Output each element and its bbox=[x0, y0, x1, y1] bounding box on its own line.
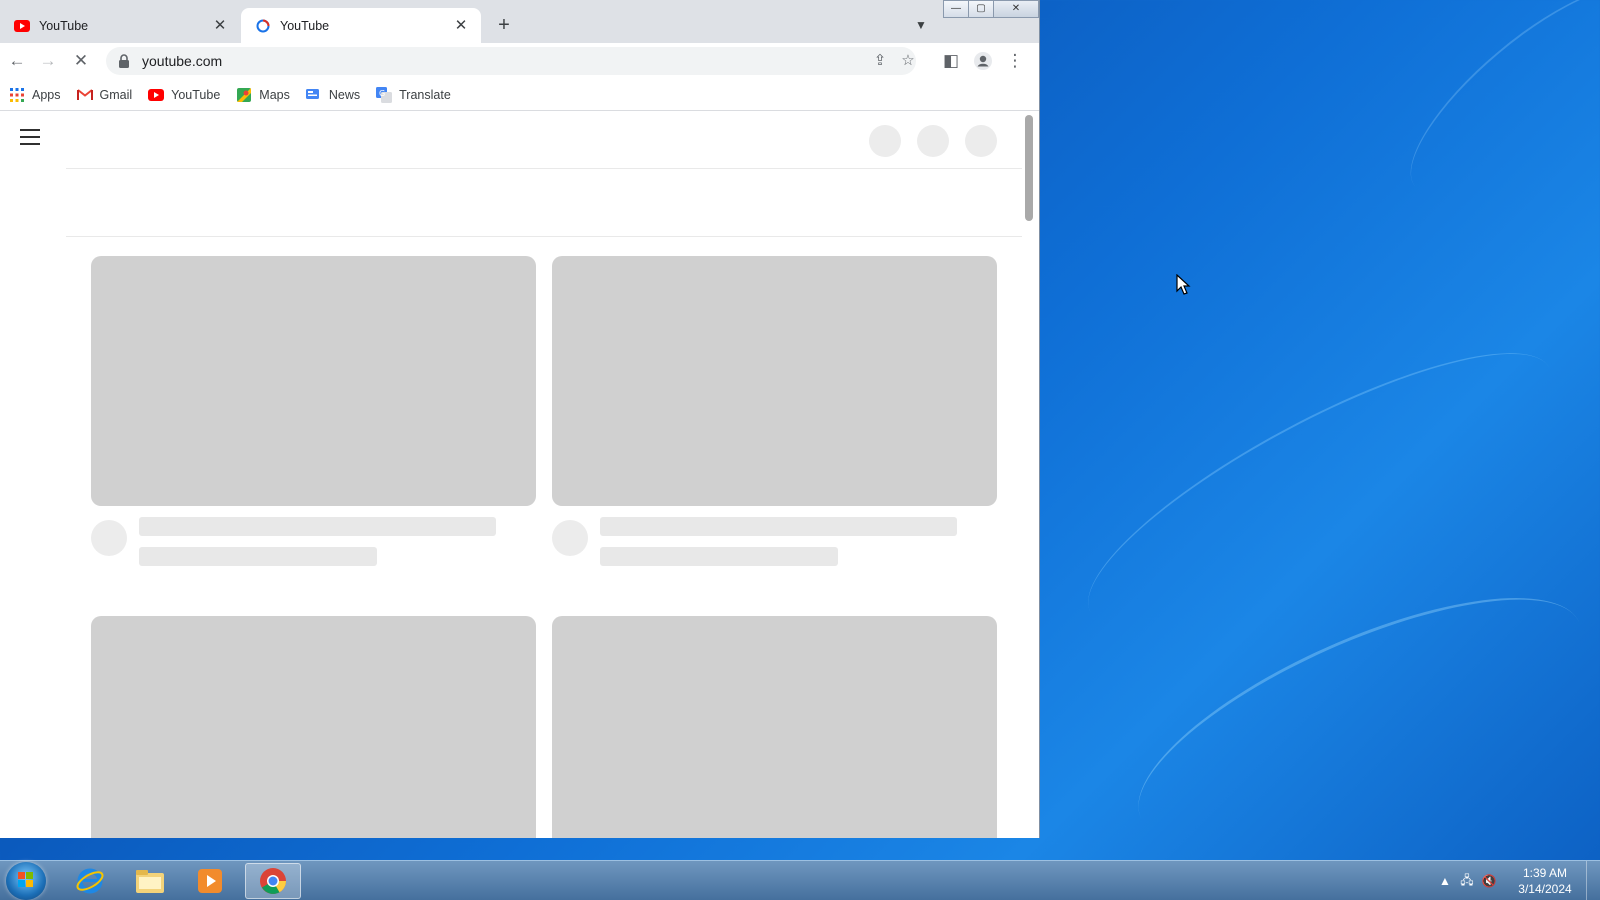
tab-search-chevron-icon[interactable]: ▼ bbox=[910, 14, 932, 36]
translate-icon: G bbox=[376, 86, 393, 103]
meta-line-placeholder bbox=[600, 547, 838, 566]
video-thumbnail-placeholder bbox=[91, 616, 536, 838]
youtube-icon bbox=[148, 87, 165, 103]
desktop-wallpaper-streak bbox=[1057, 306, 1583, 674]
bookmark-label: Maps bbox=[259, 87, 290, 102]
address-bar[interactable]: youtube.com ⇪ ☆ bbox=[106, 47, 916, 75]
network-icon[interactable]: 🖧 bbox=[1456, 871, 1478, 892]
profile-avatar-icon[interactable] bbox=[970, 48, 996, 74]
bookmark-label: News bbox=[328, 87, 361, 102]
tab-youtube-2[interactable]: YouTube ✕ bbox=[241, 8, 481, 43]
bookmark-maps[interactable]: Maps bbox=[236, 87, 290, 103]
window-controls: — ▢ ✕ bbox=[943, 0, 1039, 18]
maps-icon bbox=[236, 87, 252, 103]
media-player-icon[interactable] bbox=[182, 863, 238, 899]
close-window-button[interactable]: ✕ bbox=[993, 0, 1039, 18]
desktop-wallpaper-streak bbox=[1382, 0, 1600, 225]
tab-close-icon[interactable]: ✕ bbox=[210, 16, 230, 36]
bookmarks-bar: Apps Gmail YouTube Maps News G Translate bbox=[0, 79, 1039, 111]
start-button[interactable] bbox=[6, 862, 46, 900]
bookmark-news[interactable]: News bbox=[306, 87, 360, 103]
apps-grid-icon bbox=[9, 87, 25, 103]
meta-line-placeholder bbox=[139, 547, 377, 566]
browser-toolbar: ← → ✕ youtube.com ⇪ ☆ ◧ ⋮ bbox=[0, 43, 1039, 79]
share-icon[interactable]: ⇪ bbox=[868, 49, 892, 73]
tab-strip: YouTube ✕ YouTube ✕ + ▼ — ▢ ✕ bbox=[0, 0, 1039, 43]
chips-divider bbox=[66, 236, 1022, 237]
svg-text:G: G bbox=[379, 89, 385, 98]
video-thumbnail-placeholder bbox=[552, 256, 997, 506]
bookmark-label: Apps bbox=[32, 87, 61, 102]
menu-kebab-icon[interactable]: ⋮ bbox=[1002, 48, 1028, 74]
file-explorer-icon[interactable] bbox=[122, 863, 178, 899]
bookmark-star-icon[interactable]: ☆ bbox=[896, 49, 920, 73]
tab-close-icon[interactable]: ✕ bbox=[451, 16, 471, 36]
tab-title: YouTube bbox=[280, 18, 330, 33]
system-tray: ▲ 🖧 🔇 1:39 AM 3/14/2024 bbox=[1434, 861, 1600, 900]
forward-arrow-icon[interactable]: → bbox=[35, 48, 61, 74]
clock-date: 3/14/2024 bbox=[1518, 882, 1572, 896]
address-text: youtube.com bbox=[142, 53, 223, 69]
video-thumbnail-placeholder bbox=[91, 256, 536, 506]
clock-time: 1:39 AM bbox=[1522, 866, 1568, 880]
news-icon bbox=[306, 87, 322, 103]
header-placeholder-circle bbox=[869, 125, 901, 157]
channel-avatar-placeholder bbox=[552, 520, 588, 556]
title-line-placeholder bbox=[139, 517, 496, 536]
internet-explorer-icon[interactable] bbox=[62, 863, 118, 899]
title-line-placeholder bbox=[600, 517, 957, 536]
video-thumbnail-placeholder bbox=[552, 616, 997, 838]
maximize-button[interactable]: ▢ bbox=[968, 0, 994, 18]
volume-muted-icon[interactable]: 🔇 bbox=[1478, 874, 1500, 888]
header-placeholder-circle bbox=[965, 125, 997, 157]
channel-avatar-placeholder bbox=[91, 520, 127, 556]
chrome-icon[interactable] bbox=[245, 863, 301, 899]
desktop-wallpaper-streak bbox=[1108, 549, 1600, 891]
bookmark-label: Gmail bbox=[99, 87, 133, 102]
bookmark-youtube[interactable]: YouTube bbox=[148, 87, 220, 103]
show-hidden-icons-icon[interactable]: ▲ bbox=[1434, 874, 1456, 888]
youtube-favicon-icon bbox=[14, 18, 30, 34]
bookmark-label: YouTube bbox=[171, 87, 221, 102]
page-scrollbar[interactable] bbox=[1025, 115, 1033, 221]
gmail-icon bbox=[76, 87, 93, 103]
minimize-button[interactable]: — bbox=[943, 0, 969, 18]
side-panel-icon[interactable]: ◧ bbox=[938, 48, 964, 74]
browser-window: YouTube ✕ YouTube ✕ + ▼ — ▢ ✕ ← → ✕ yout… bbox=[0, 0, 1040, 838]
loading-favicon-icon bbox=[255, 18, 271, 34]
tab-youtube-1[interactable]: YouTube ✕ bbox=[0, 8, 240, 43]
clock[interactable]: 1:39 AM 3/14/2024 bbox=[1510, 865, 1580, 897]
header-placeholder-circle bbox=[917, 125, 949, 157]
bookmark-gmail[interactable]: Gmail bbox=[76, 87, 133, 103]
back-arrow-icon[interactable]: ← bbox=[4, 48, 30, 74]
hamburger-menu-icon[interactable] bbox=[20, 129, 40, 145]
mouse-pointer-icon bbox=[1176, 274, 1191, 295]
new-tab-button[interactable]: + bbox=[492, 13, 516, 37]
header-divider bbox=[66, 168, 1022, 169]
lock-icon bbox=[118, 54, 132, 68]
tab-title: YouTube bbox=[39, 18, 89, 33]
show-desktop-button[interactable] bbox=[1586, 861, 1600, 900]
bookmark-apps[interactable]: Apps bbox=[9, 87, 61, 103]
stop-loading-icon[interactable]: ✕ bbox=[68, 48, 94, 74]
taskbar: ▲ 🖧 🔇 1:39 AM 3/14/2024 bbox=[0, 860, 1600, 900]
youtube-page bbox=[0, 111, 1039, 838]
bookmark-translate[interactable]: G Translate bbox=[376, 86, 451, 103]
bookmark-label: Translate bbox=[399, 87, 451, 102]
